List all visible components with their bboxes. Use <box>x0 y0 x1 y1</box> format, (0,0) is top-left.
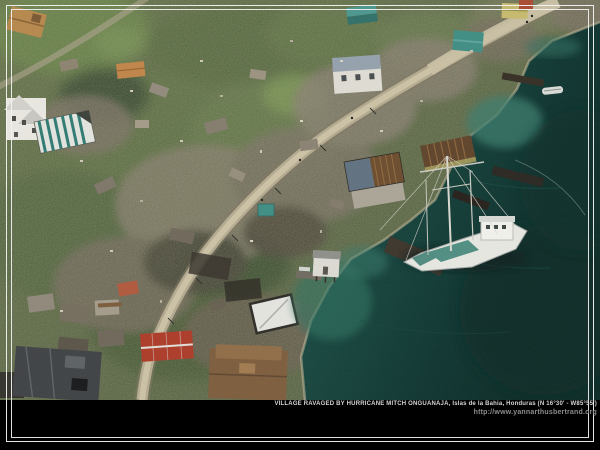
aerial-photo-svg <box>0 0 600 400</box>
wallpaper-stage: VILLAGE RAVAGED BY HURRICANE MITCH ONGUA… <box>0 0 600 450</box>
photo-caption: VILLAGE RAVAGED BY HURRICANE MITCH ONGUA… <box>274 401 597 416</box>
aerial-photo <box>0 0 600 400</box>
caption-url: http://www.yannarthusbertrand.org <box>274 409 597 416</box>
caption-title: VILLAGE RAVAGED BY HURRICANE MITCH ONGUA… <box>274 401 597 408</box>
photo-grain-overlay <box>0 0 600 400</box>
